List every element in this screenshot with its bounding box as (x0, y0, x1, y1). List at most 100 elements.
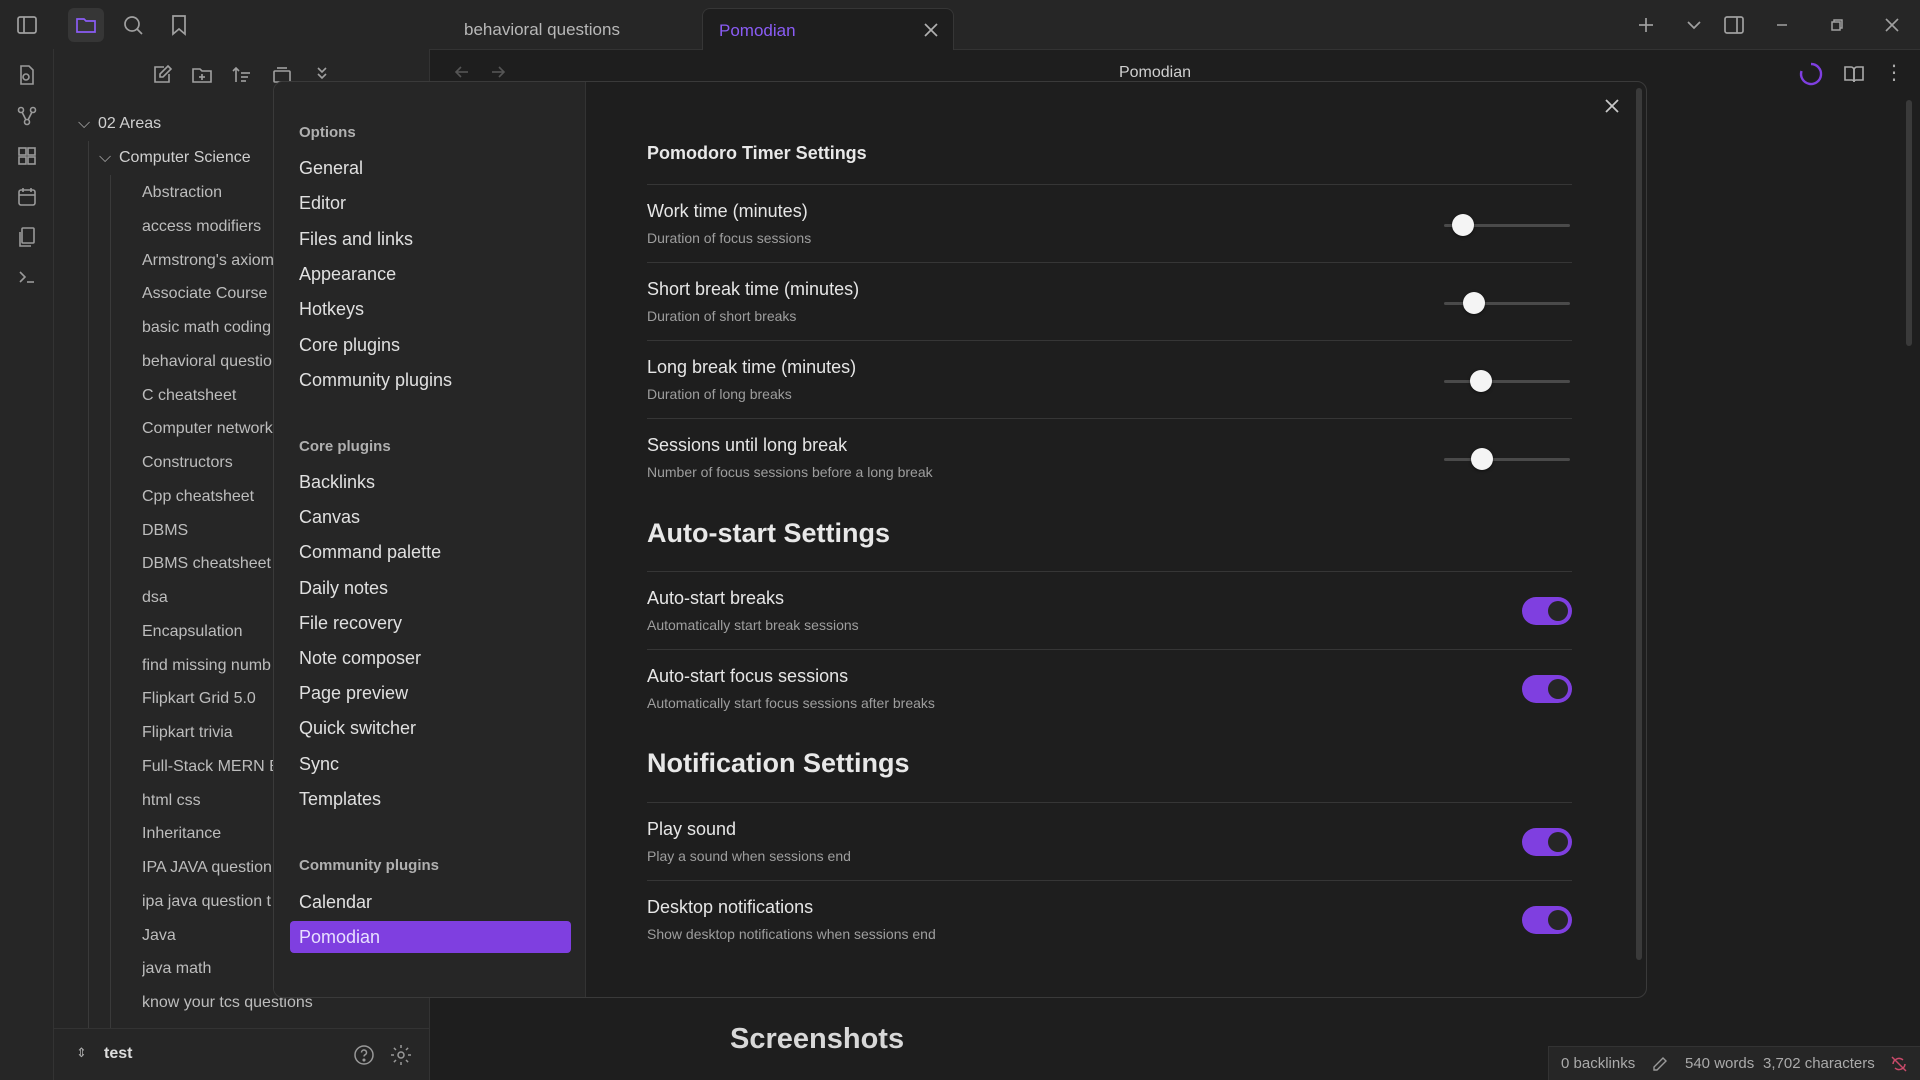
long-break-slider[interactable] (1444, 370, 1570, 392)
more-options-icon[interactable]: ⋮ (1884, 60, 1904, 85)
settings-nav: Options General Editor Files and links Appe… (274, 82, 586, 997)
nav-item-backlinks[interactable]: Backlinks (299, 472, 375, 493)
open-quick-switcher-icon[interactable] (15, 63, 39, 87)
tab-label: Pomodian (719, 21, 796, 40)
work-time-slider[interactable] (1444, 214, 1570, 236)
templates-icon[interactable] (15, 225, 39, 249)
slider-thumb[interactable] (1452, 214, 1475, 236)
folder-02-areas[interactable]: ⌵ 02 Areas (78, 115, 161, 133)
close-icon[interactable] (1600, 94, 1624, 118)
slider-thumb[interactable] (1462, 292, 1485, 314)
play-sound-toggle[interactable] (1522, 828, 1572, 856)
editor-scrollbar[interactable] (1906, 100, 1912, 346)
nav-item-file-recovery[interactable]: File recovery (299, 613, 402, 634)
sync-off-icon[interactable] (1889, 1054, 1909, 1074)
folder-icon[interactable] (74, 13, 98, 37)
forward-arrow-icon[interactable] (488, 62, 508, 82)
tab-pomodian[interactable]: Pomodian (702, 8, 954, 50)
close-icon[interactable] (921, 20, 941, 40)
sessions-slider[interactable] (1444, 448, 1570, 470)
ribbon (0, 49, 54, 1080)
terminal-icon[interactable] (15, 265, 39, 289)
short-break-slider[interactable] (1444, 292, 1570, 314)
status-bar: 0 backlinks 540 words 3,702 characters (1548, 1046, 1920, 1080)
divider (647, 649, 1572, 650)
minimize-icon[interactable] (1770, 13, 1794, 37)
slider-track (1444, 458, 1570, 461)
nav-item-pomodian[interactable]: Pomodian (290, 921, 571, 953)
edit-mode-icon[interactable] (1651, 1055, 1669, 1073)
chevron-down-icon[interactable] (1682, 13, 1706, 37)
close-window-icon[interactable] (1880, 13, 1904, 37)
new-tab-icon[interactable] (1634, 13, 1658, 37)
divider (647, 802, 1572, 803)
toggle-knob (1548, 679, 1568, 699)
setting-name-auto-focus: Auto-start focus sessions (647, 666, 849, 686)
right-sidebar-toggle-icon[interactable] (1722, 13, 1746, 37)
setting-name-play-sound: Play sound (647, 819, 737, 839)
section-title-timer: Pomodoro Timer Settings (647, 143, 867, 163)
word-count: 540 words (1685, 1055, 1755, 1072)
setting-name-work-time: Work time (minutes) (647, 201, 808, 221)
auto-breaks-toggle[interactable] (1522, 597, 1572, 625)
tab-behavioral-questions[interactable]: behavioral questions (448, 8, 698, 50)
setting-desc-short-break: Duration of short breaks (647, 308, 797, 324)
vault-switcher-icon[interactable]: ⇕ (76, 1045, 87, 1061)
nav-item-canvas[interactable]: Canvas (299, 507, 360, 528)
setting-name-short-break: Short break time (minutes) (647, 279, 860, 299)
indent-guide (88, 141, 89, 1029)
toggle-knob (1548, 601, 1568, 621)
nav-item-note-composer[interactable]: Note composer (299, 648, 421, 669)
nav-item-editor[interactable]: Editor (299, 193, 346, 214)
section-title-auto-start: Auto-start Settings (647, 518, 890, 548)
back-arrow-icon[interactable] (452, 62, 472, 82)
reading-view-icon[interactable] (1842, 62, 1866, 86)
nav-heading-core-plugins: Core plugins (299, 438, 391, 455)
divider (647, 262, 1572, 263)
toggle-knob (1548, 832, 1568, 852)
desktop-notifications-toggle[interactable] (1522, 906, 1572, 934)
folder-computer-science[interactable]: ⌵ Computer Science (99, 149, 251, 167)
slider-track (1444, 380, 1570, 383)
bookmark-icon[interactable] (167, 13, 191, 37)
settings-scrollbar[interactable] (1636, 88, 1642, 960)
section-title-notifications: Notification Settings (647, 748, 910, 778)
settings-gear-icon[interactable] (389, 1043, 413, 1067)
nav-item-general[interactable]: General (299, 158, 363, 179)
nav-item-daily-notes[interactable]: Daily notes (299, 578, 388, 599)
note-heading: Screenshots (730, 1023, 905, 1055)
canvas-icon[interactable] (15, 144, 39, 168)
setting-name-sessions: Sessions until long break (647, 435, 848, 455)
search-icon[interactable] (121, 13, 145, 37)
graph-view-icon[interactable] (15, 104, 39, 128)
indent-guide (110, 175, 111, 1029)
new-folder-icon[interactable] (190, 63, 214, 87)
divider (647, 880, 1572, 881)
new-note-icon[interactable] (150, 63, 174, 87)
nav-item-community-plugins[interactable]: Community plugins (299, 370, 452, 391)
vault-name[interactable]: test (104, 1045, 132, 1063)
calendar-icon[interactable] (15, 185, 39, 209)
nav-item-core-plugins[interactable]: Core plugins (299, 335, 400, 356)
nav-item-hotkeys[interactable]: Hotkeys (299, 299, 364, 320)
nav-item-calendar[interactable]: Calendar (299, 892, 372, 913)
help-icon[interactable] (352, 1043, 376, 1067)
nav-item-command-palette[interactable]: Command palette (299, 542, 441, 563)
nav-item-sync[interactable]: Sync (299, 754, 339, 775)
note-title: Pomodian (1118, 64, 1192, 81)
sync-status-icon[interactable] (1798, 61, 1824, 87)
slider-thumb[interactable] (1471, 448, 1494, 470)
restore-icon[interactable] (1825, 13, 1849, 37)
backlinks-count[interactable]: 0 backlinks (1561, 1055, 1635, 1072)
nav-item-files-and-links[interactable]: Files and links (299, 229, 413, 250)
sort-icon[interactable] (230, 63, 254, 87)
tab-label: behavioral questions (464, 20, 620, 39)
auto-focus-toggle[interactable] (1522, 675, 1572, 703)
nav-item-appearance[interactable]: Appearance (299, 264, 396, 285)
nav-item-quick-switcher[interactable]: Quick switcher (299, 718, 416, 739)
title-bar: behavioral questions Pomodian (0, 0, 1920, 50)
nav-item-templates[interactable]: Templates (299, 789, 381, 810)
slider-thumb[interactable] (1470, 370, 1492, 392)
nav-item-page-preview[interactable]: Page preview (299, 683, 408, 704)
sidebar-toggle-icon[interactable] (15, 13, 39, 37)
